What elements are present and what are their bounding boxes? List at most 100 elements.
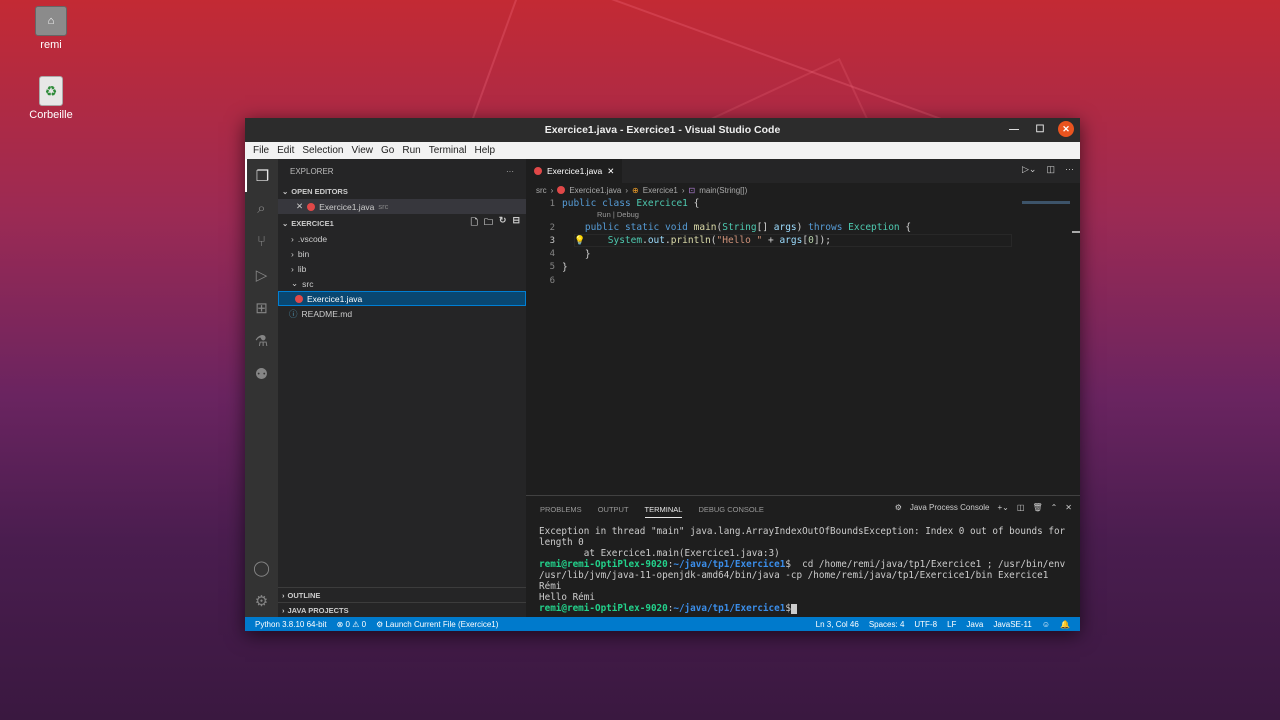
python-interpreter[interactable]: Python 3.8.10 64-bit xyxy=(255,620,327,629)
editor-tabs: Exercice1.java ✕ ▷⌄ ◫ ··· xyxy=(526,159,1080,183)
code-line: 2 public static void main(String[] args)… xyxy=(549,222,912,234)
window-title: Exercice1.java - Exercice1 - Visual Stud… xyxy=(544,124,781,136)
code-line: 1 public class Exercice1 { xyxy=(549,198,700,210)
chevron-right-icon: › xyxy=(291,263,294,274)
indentation[interactable]: Spaces: 4 xyxy=(869,620,905,629)
testing-icon[interactable]: ⚗ xyxy=(245,324,278,357)
more-actions-icon[interactable]: ··· xyxy=(1065,164,1074,175)
new-file-icon[interactable]: 🗋 xyxy=(471,215,478,231)
launch-config[interactable]: ⚙ Launch Current File (Exercice1) xyxy=(376,620,498,629)
open-editor-hint: src xyxy=(378,202,389,211)
codelens-run-debug[interactable]: Run | Debug xyxy=(526,210,1080,221)
error-icon xyxy=(557,186,566,194)
close-panel-icon[interactable]: ✕ xyxy=(1065,503,1072,512)
menu-edit[interactable]: Edit xyxy=(273,145,298,156)
account-icon[interactable]: ◯ xyxy=(245,551,278,584)
open-editor-item[interactable]: ✕ Exercice1.java src xyxy=(278,199,526,214)
feedback-icon[interactable]: ☺ xyxy=(1042,620,1050,629)
open-editor-name: Exercice1.java xyxy=(319,201,375,212)
explorer-icon[interactable]: ❐ xyxy=(245,159,278,192)
menu-help[interactable]: Help xyxy=(471,145,500,156)
tab-exercice1-java[interactable]: Exercice1.java ✕ xyxy=(526,159,623,183)
tree-item-exercice1-java[interactable]: Exercice1.java xyxy=(278,291,526,306)
new-folder-icon[interactable]: 🗀 xyxy=(484,215,493,231)
terminal-output[interactable]: Exception in thread "main" java.lang.Arr… xyxy=(526,522,1080,618)
line-ending[interactable]: LF xyxy=(947,620,956,629)
minimize-icon[interactable]: — xyxy=(1006,121,1022,137)
menu-terminal[interactable]: Terminal xyxy=(425,145,471,156)
open-editors-section[interactable]: ⌄ OPEN EDITORS xyxy=(278,183,526,199)
breadcrumb-item[interactable]: Exercice1 xyxy=(643,186,678,195)
collapse-all-icon[interactable]: ⊟ xyxy=(512,215,520,231)
tree-item-lib[interactable]: › lib xyxy=(278,261,526,276)
chevron-right-icon: › xyxy=(291,233,294,244)
code-editor[interactable]: 1 public class Exercice1 { Run | Debug 2 … xyxy=(526,197,1080,495)
menu-go[interactable]: Go xyxy=(377,145,398,156)
tree-item-vscode[interactable]: › .vscode xyxy=(278,231,526,246)
error-icon xyxy=(307,202,316,211)
gear-icon[interactable]: ⚙ xyxy=(245,584,278,617)
method-icon: ⊡ xyxy=(688,185,696,195)
tree-item-readme[interactable]: ⓘ README.md xyxy=(278,306,526,321)
more-actions-icon[interactable]: ··· xyxy=(506,167,514,176)
tab-terminal[interactable]: TERMINAL xyxy=(644,505,683,518)
project-section[interactable]: ⌄ EXERCICE1 🗋 🗀 ↻ ⊟ xyxy=(278,215,526,231)
add-terminal-icon[interactable]: +⌄ xyxy=(998,503,1009,512)
code-line-current: 💡 3 System.out.println("Hello " + args[0… xyxy=(526,234,1080,248)
refresh-icon[interactable]: ↻ xyxy=(499,215,507,231)
activity-bar: ❐ ⌕ ⑂ ▷ ⊞ ⚗ ⚉ ◯ ⚙ xyxy=(245,159,278,617)
maximize-icon[interactable]: ☐ xyxy=(1032,121,1048,137)
terminal-select[interactable]: Java Process Console xyxy=(910,503,990,512)
tab-debug-console[interactable]: DEBUG CONSOLE xyxy=(698,505,763,514)
home-folder-icon: ⌂ xyxy=(35,6,67,36)
source-control-icon[interactable]: ⑂ xyxy=(245,225,278,258)
chevron-down-icon: ⌄ xyxy=(291,278,299,288)
terminal-prompt: remi@remi-OptiPlex-9020:~/java/tp1/Exerc… xyxy=(539,603,1067,614)
bottom-panel: PROBLEMS OUTPUT TERMINAL DEBUG CONSOLE ⚙… xyxy=(526,495,1080,617)
terminal-line: Exception in thread "main" java.lang.Arr… xyxy=(539,526,1066,548)
title-bar[interactable]: Exercice1.java - Exercice1 - Visual Stud… xyxy=(245,118,1080,142)
chevron-right-icon: › xyxy=(681,185,685,195)
terminal-line: remi@remi-OptiPlex-9020:~/java/tp1/Exerc… xyxy=(539,559,1071,592)
run-debug-icon[interactable]: ▷ xyxy=(245,258,278,291)
cursor-position[interactable]: Ln 3, Col 46 xyxy=(816,620,859,629)
terminal-line: Hello Rémi xyxy=(539,592,595,603)
trash-icon[interactable]: 🗑 xyxy=(1032,503,1042,512)
java-version[interactable]: JavaSE-11 xyxy=(993,620,1032,629)
run-icon[interactable]: ▷⌄ xyxy=(1022,164,1036,175)
tree-item-bin[interactable]: › bin xyxy=(278,246,526,261)
breadcrumb-item[interactable]: src xyxy=(536,186,547,195)
problems-count[interactable]: ⊗ 0 ⚠ 0 xyxy=(337,620,366,629)
notifications-icon[interactable]: 🔔 xyxy=(1060,620,1070,629)
menu-selection[interactable]: Selection xyxy=(298,145,347,156)
scrollbar[interactable] xyxy=(1072,231,1080,233)
minimap[interactable] xyxy=(1022,201,1070,204)
menu-view[interactable]: View xyxy=(348,145,378,156)
terminal-line: at Exercice1.main(Exercice1.java:3) xyxy=(539,548,780,559)
menu-run[interactable]: Run xyxy=(398,145,424,156)
desktop-icon-home[interactable]: ⌂ remi xyxy=(21,6,81,51)
close-icon[interactable]: ✕ xyxy=(607,166,614,177)
maximize-panel-icon[interactable]: ⌃ xyxy=(1051,503,1058,512)
close-icon[interactable]: ✕ xyxy=(296,201,303,212)
search-icon[interactable]: ⌕ xyxy=(245,192,278,225)
split-editor-icon[interactable]: ◫ xyxy=(1046,164,1055,175)
desktop-icon-trash[interactable]: ♻ Corbeille xyxy=(21,76,81,121)
split-terminal-icon[interactable]: ◫ xyxy=(1017,503,1025,512)
java-projects-section[interactable]: › JAVA PROJECTS xyxy=(278,602,526,617)
tab-problems[interactable]: PROBLEMS xyxy=(540,505,582,514)
error-icon xyxy=(534,167,542,175)
outline-section[interactable]: › OUTLINE xyxy=(278,587,526,602)
language-mode[interactable]: Java xyxy=(966,620,983,629)
python-icon[interactable]: ⚉ xyxy=(245,357,278,390)
breadcrumb-item[interactable]: main(String[]) xyxy=(699,186,747,195)
menu-file[interactable]: File xyxy=(249,145,273,156)
close-icon[interactable]: ✕ xyxy=(1058,121,1074,137)
lightbulb-icon[interactable]: 💡 xyxy=(574,236,585,246)
breadcrumb-item[interactable]: Exercice1.java xyxy=(569,186,621,195)
chevron-right-icon: › xyxy=(282,590,285,600)
encoding[interactable]: UTF-8 xyxy=(914,620,937,629)
extensions-icon[interactable]: ⊞ xyxy=(245,291,278,324)
tab-output[interactable]: OUTPUT xyxy=(598,505,629,514)
tree-item-src[interactable]: ⌄ src xyxy=(278,276,526,291)
